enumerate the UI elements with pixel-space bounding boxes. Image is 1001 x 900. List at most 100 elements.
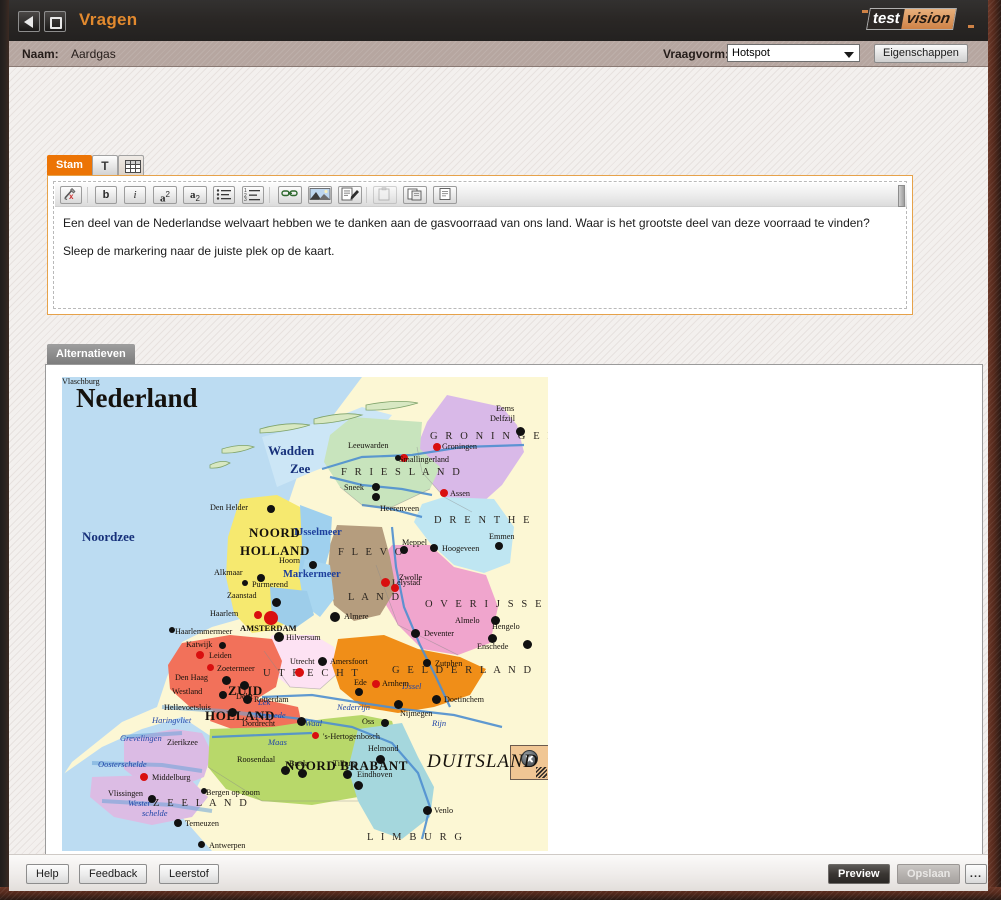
logo-text-vision: vision	[900, 9, 956, 29]
text-icon: T	[101, 159, 109, 173]
map-city-dot	[297, 717, 306, 726]
map-city-dot	[274, 632, 284, 642]
map-title: Nederland	[76, 383, 198, 413]
map-water-label: IJsselmeer	[294, 527, 342, 538]
map-city-label: Venlo	[434, 806, 454, 815]
tab-text-view[interactable]: T	[91, 155, 118, 175]
edit-document-icon	[341, 187, 359, 201]
map-city-label: Purmerend	[252, 580, 288, 589]
stop-button[interactable]	[44, 11, 66, 32]
vraagvorm-select[interactable]: Hotspot	[727, 44, 860, 62]
map-province-label: U T R E C H T	[263, 668, 361, 679]
naam-value: Aardgas	[71, 47, 116, 61]
map-province-label: F R I E S L A N D	[341, 467, 463, 478]
map-city-label: Enschede	[477, 642, 509, 651]
map-city-label: Den Helder	[210, 503, 248, 512]
preview-button[interactable]: Preview	[828, 864, 890, 884]
stam-editor-area[interactable]: x b i a2 a2 1 2 3 Een deel van de Nederl…	[53, 181, 907, 309]
map-province-label: G E L D E R L A N D	[392, 665, 534, 676]
naam-label: Naam:	[22, 47, 59, 61]
stam-panel: x b i a2 a2 1 2 3 Een deel van de Nederl…	[47, 175, 913, 315]
stam-tabstrip: Stam T	[47, 155, 144, 175]
map-city-label: Deventer	[424, 629, 455, 638]
map-city-label: Hengelo	[492, 622, 520, 631]
title-bar: Vragen test vision	[9, 0, 988, 41]
eigenschappen-button[interactable]: Eigenschappen	[874, 44, 968, 63]
page-title: Vragen	[79, 10, 138, 29]
clear-formatting-button[interactable]: x	[60, 186, 82, 204]
copy-button[interactable]	[403, 186, 427, 204]
bold-button[interactable]: b	[95, 186, 117, 204]
map-city-label: Hellevoetsluis	[164, 703, 211, 712]
map-city-dot	[495, 542, 503, 550]
netherlands-hotspot-map[interactable]: Nederland Noordzee Wadden Zee IJsselmeer Mar…	[62, 377, 548, 851]
window-frame-left	[0, 0, 9, 900]
numbered-list-icon: 1 2 3	[244, 188, 260, 203]
stam-text-content[interactable]: Een deel van de Nederlandse welvaart heb…	[63, 216, 893, 272]
map-city-label: AMSTERDAM	[240, 623, 297, 633]
map-city-label: Eindhoven	[357, 770, 393, 779]
map-sea-label: Wadden	[268, 443, 315, 458]
bottom-action-bar: Help Feedback Leerstof Preview Opslaan .…	[9, 854, 988, 891]
insert-link-button[interactable]	[278, 186, 302, 204]
map-city-dot	[394, 700, 403, 709]
back-button[interactable]	[18, 11, 40, 32]
map-city-dot	[295, 668, 304, 677]
map-city-label: Hoorn	[279, 556, 300, 565]
italic-button[interactable]: i	[124, 186, 146, 204]
map-city-label: 's-Hertogenbosch	[323, 732, 380, 741]
map-city-label: Breda	[289, 759, 309, 768]
bullet-list-button[interactable]	[213, 186, 235, 204]
map-water-label: Waal	[305, 718, 323, 728]
map-city-label: Tilburg	[333, 759, 358, 768]
map-city-dot	[272, 598, 281, 607]
map-city-label: Bergen op zoom	[206, 788, 260, 797]
edit-source-button[interactable]	[338, 186, 362, 204]
toolbar-scrollbar-thumb[interactable]	[898, 185, 905, 207]
map-city-dot	[219, 691, 227, 699]
map-city-label: Leiden	[209, 651, 232, 660]
map-city-dot	[330, 612, 340, 622]
map-city-dot	[372, 493, 380, 501]
vraagvorm-selected-value: Hotspot	[732, 47, 770, 59]
stop-square-icon	[50, 17, 62, 29]
map-city-dot	[516, 427, 525, 436]
copy-icon	[407, 188, 422, 201]
clipboard-icon	[378, 187, 390, 201]
superscript-button[interactable]: a2	[153, 186, 177, 204]
paste-button	[373, 186, 397, 204]
logo-tick-right	[968, 25, 974, 28]
map-province-label: F L E V O	[338, 547, 405, 558]
map-city-label: Groningen	[442, 442, 478, 451]
tab-table-view[interactable]	[117, 155, 144, 175]
map-sea-label: Zee	[290, 461, 311, 476]
map-city-label: Doetinchem	[444, 695, 485, 704]
map-city-label: Roosendaal	[237, 755, 276, 764]
map-city-label: Amersfoort	[330, 657, 368, 666]
duplicate-button[interactable]	[433, 186, 457, 204]
map-water-label: Haringvliet	[152, 715, 192, 725]
map-city-dot	[196, 651, 204, 659]
feedback-button[interactable]: Feedback	[79, 864, 148, 884]
numbered-list-button[interactable]: 1 2 3	[242, 186, 264, 204]
map-city-label: Zierikzee	[167, 738, 198, 747]
map-city-label: Zutphen	[435, 659, 463, 668]
map-city-dot	[354, 781, 363, 790]
more-options-button[interactable]: ...	[965, 864, 987, 884]
tab-stam[interactable]: Stam	[47, 155, 92, 175]
map-city-label: Middelburg	[152, 773, 191, 782]
help-button[interactable]: Help	[26, 864, 69, 884]
map-city-label: Zoetermeer	[217, 664, 255, 673]
map-sea-label: Noordzee	[82, 529, 135, 544]
alternatieven-panel: Nederland Noordzee Wadden Zee IJsselmeer Mar…	[45, 364, 983, 864]
application-window: Vragen test vision Naam: Aardgas Vraagvo…	[0, 0, 1001, 900]
map-city-dot	[318, 657, 327, 666]
tab-alternatieven[interactable]: Alternatieven	[47, 344, 135, 364]
leerstof-button[interactable]: Leerstof	[159, 864, 219, 884]
map-province-label: L A N D	[348, 592, 402, 603]
map-city-label: Hilversum	[286, 633, 321, 642]
image-icon	[309, 188, 331, 200]
map-country-label: DUITSLAND	[427, 751, 539, 772]
subscript-button[interactable]: a2	[183, 186, 207, 204]
insert-image-button[interactable]	[308, 186, 332, 204]
